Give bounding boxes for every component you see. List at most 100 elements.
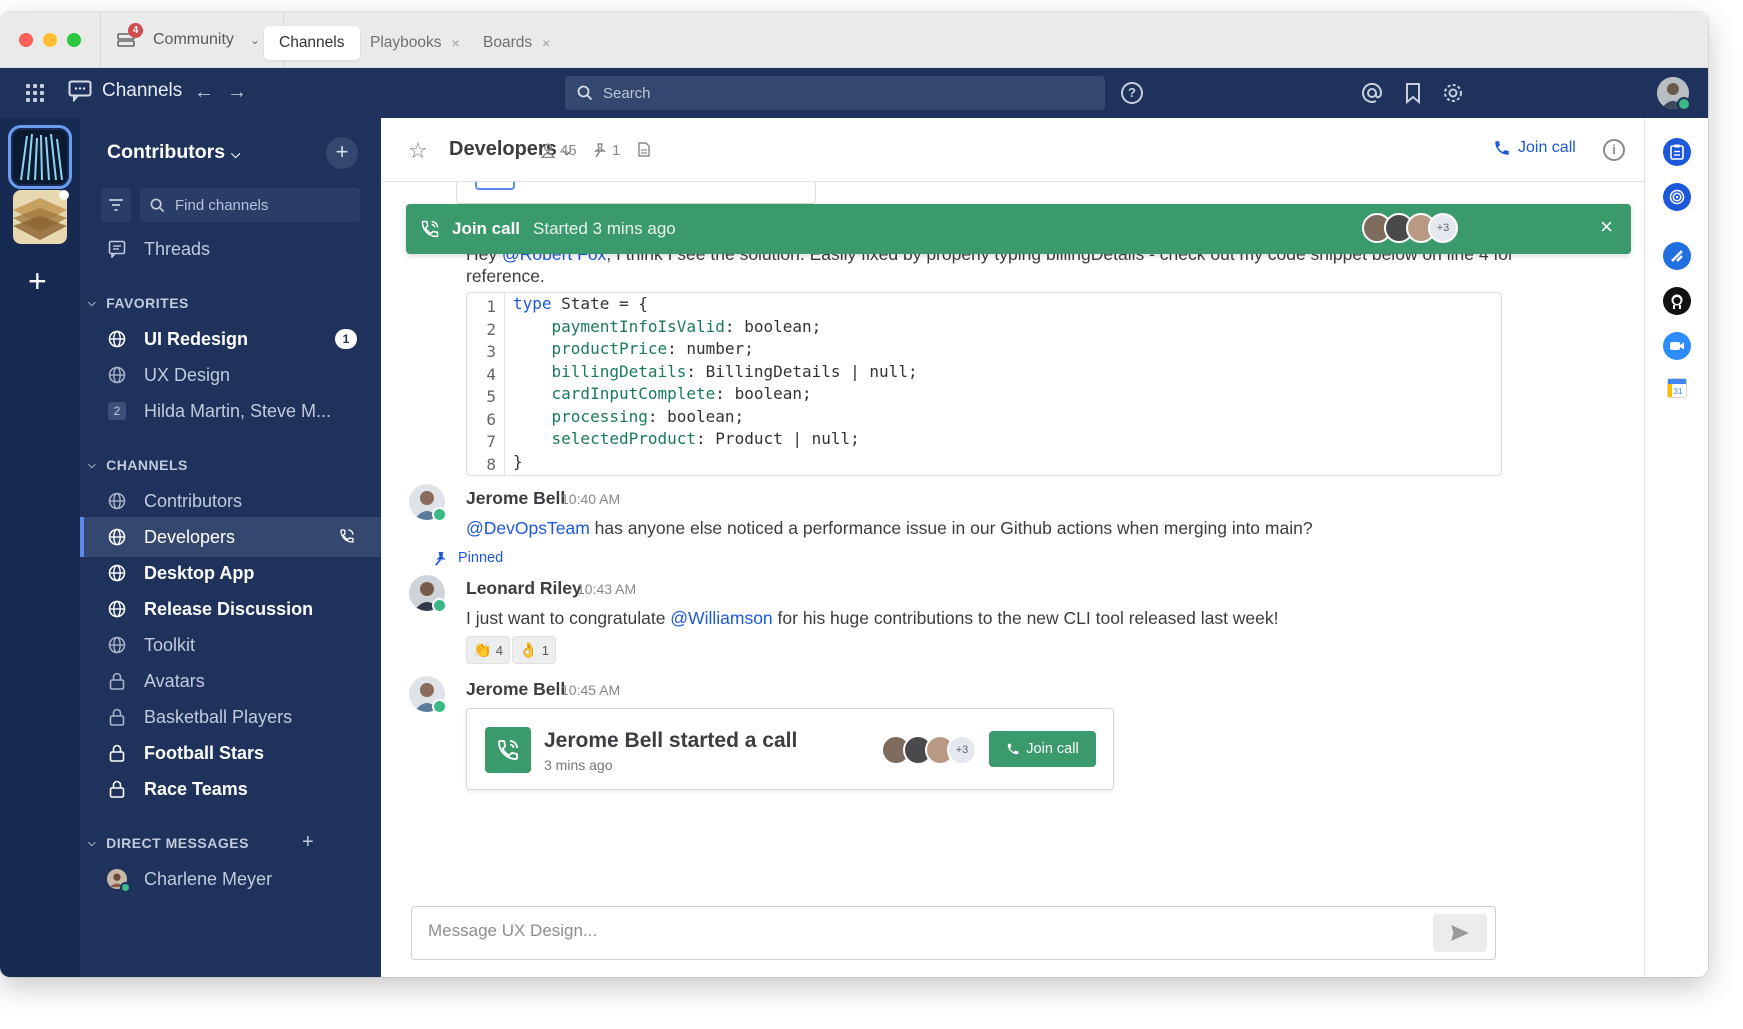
sidebar-item-developers[interactable]: Developers xyxy=(80,517,381,557)
team-secondary[interactable] xyxy=(13,190,67,244)
code-line: paymentInfoIsValid: boolean; xyxy=(551,316,822,336)
settings-icon[interactable] xyxy=(1442,82,1464,104)
sidebar-item-avatars[interactable]: Avatars xyxy=(80,661,381,701)
post-author[interactable]: Jerome Bell xyxy=(466,488,565,509)
tab-channels[interactable]: Channels xyxy=(264,26,360,60)
close-window-button[interactable] xyxy=(19,33,33,47)
forward-arrow-icon[interactable]: → xyxy=(227,81,247,104)
github-icon[interactable] xyxy=(1663,287,1691,315)
post-timestamp[interactable]: 10:45 AM xyxy=(561,682,620,698)
member-count-button[interactable]: 45 xyxy=(541,142,577,159)
message-input[interactable] xyxy=(428,921,1408,941)
globe-icon xyxy=(107,635,127,655)
tab-close-icon[interactable]: × xyxy=(542,35,550,51)
user-mention[interactable]: @Williamson xyxy=(670,608,772,628)
call-card-join-button[interactable]: Join call xyxy=(989,731,1096,767)
sidebar-item-ui-redesign[interactable]: UI Redesign 1 xyxy=(80,319,381,359)
sidebar-item-label: Basketball Players xyxy=(144,706,293,727)
add-direct-message-button[interactable]: + xyxy=(302,831,314,854)
tab-label: Channels xyxy=(279,34,345,51)
post-message: @DevOpsTeam has anyone else noticed a pe… xyxy=(466,518,1313,538)
tab-boards[interactable]: Boards × xyxy=(483,26,550,60)
avatar[interactable] xyxy=(409,484,447,522)
tab-playbooks[interactable]: Playbooks × xyxy=(370,26,460,60)
grid-icon[interactable] xyxy=(26,84,44,102)
reaction-ok-hand[interactable]: 👌 1 xyxy=(512,636,556,664)
help-icon[interactable]: ? xyxy=(1121,82,1143,104)
sidebar-item-contributors[interactable]: Contributors xyxy=(80,481,381,521)
maximize-window-button[interactable] xyxy=(67,33,81,47)
back-arrow-icon[interactable]: ← xyxy=(194,81,214,104)
channel-files-icon[interactable] xyxy=(638,142,650,157)
code-line: processing: boolean; xyxy=(551,406,745,426)
product-switcher[interactable]: Channels xyxy=(68,80,182,102)
sidebar-item-race-teams[interactable]: Race Teams xyxy=(80,769,381,809)
search-box[interactable] xyxy=(565,76,1105,110)
svg-text:31: 31 xyxy=(1674,387,1683,396)
minimize-window-button[interactable] xyxy=(43,33,57,47)
sidebar-item-toolkit[interactable]: Toolkit xyxy=(80,625,381,665)
user-avatar[interactable] xyxy=(1657,77,1691,111)
sidebar-item-group-message[interactable]: 2 Hilda Martin, Steve M... xyxy=(80,391,381,431)
sidebar-item-release-discussion[interactable]: Release Discussion xyxy=(80,589,381,629)
sidebar-item-ux-design[interactable]: UX Design xyxy=(80,355,381,395)
channels-section-header[interactable]: ⌵ CHANNELS xyxy=(88,457,188,473)
code-line-numbers: 1 2 3 4 5 6 7 8 xyxy=(467,293,505,475)
online-status-icon xyxy=(432,507,447,522)
team-menu[interactable]: Contributors ⌵ xyxy=(107,141,240,164)
search-input[interactable] xyxy=(603,84,1083,102)
group-mention[interactable]: @DevOpsTeam xyxy=(466,518,590,538)
add-team-button[interactable]: + xyxy=(28,265,47,297)
direct-messages-section-header[interactable]: ⌵ DIRECT MESSAGES + xyxy=(88,831,373,853)
sidebar-item-desktop-app[interactable]: Desktop App xyxy=(80,553,381,593)
jira-icon[interactable] xyxy=(1663,242,1691,270)
sidebar-item-football-stars[interactable]: Football Stars xyxy=(80,733,381,773)
pin-icon xyxy=(435,551,446,566)
post-timestamp[interactable]: 10:40 AM xyxy=(561,491,620,507)
post-author[interactable]: Leonard Riley xyxy=(466,578,582,599)
pinned-count-button[interactable]: 1 xyxy=(593,142,620,159)
call-banner[interactable]: Join call Started 3 mins ago +3 × xyxy=(406,204,1631,254)
join-call-button[interactable]: Join call xyxy=(1493,139,1576,157)
section-label: CHANNELS xyxy=(106,457,188,473)
calendar-icon[interactable]: 31 xyxy=(1667,378,1687,398)
sidebar-item-basketball-players[interactable]: Basketball Players xyxy=(80,697,381,737)
chevron-down-icon: ⌵ xyxy=(88,297,97,309)
favorites-section-header[interactable]: ⌵ FAVORITES xyxy=(88,295,189,311)
info-icon[interactable]: i xyxy=(1603,139,1625,161)
favorite-star-icon[interactable]: ☆ xyxy=(408,138,428,164)
filter-icon[interactable] xyxy=(101,188,131,222)
add-channel-button[interactable]: + xyxy=(326,137,358,169)
code-line-number: 7 xyxy=(486,432,496,451)
team-sidebar: + xyxy=(0,118,80,977)
sidebar-item-charlene-meyer[interactable]: Charlene Meyer xyxy=(80,859,381,899)
avatar[interactable] xyxy=(409,676,447,714)
avatar xyxy=(107,869,131,893)
post-list: Hey @Robert Fox, I think I see the solut… xyxy=(381,182,1644,902)
send-button[interactable] xyxy=(1433,914,1487,952)
tab-close-icon[interactable]: × xyxy=(452,35,460,51)
post-timestamp[interactable]: 10:43 AM xyxy=(577,581,636,597)
online-status-icon xyxy=(432,699,447,714)
focalboard-icon[interactable] xyxy=(1663,183,1691,211)
post-author[interactable]: Jerome Bell xyxy=(466,679,565,700)
server-switcher[interactable]: 4 Community ⌄ xyxy=(100,12,284,68)
threads-icon xyxy=(107,239,127,259)
active-call-icon xyxy=(339,528,355,549)
code-line-number: 5 xyxy=(486,387,496,406)
reaction-clap[interactable]: 👏 4 xyxy=(466,636,510,664)
zoom-icon[interactable] xyxy=(1663,332,1691,360)
code-line-number: 6 xyxy=(486,409,496,429)
lock-icon xyxy=(107,779,127,799)
sidebar-item-threads[interactable]: Threads xyxy=(80,229,381,269)
playbooks-icon[interactable] xyxy=(1663,138,1691,166)
close-icon[interactable]: × xyxy=(1600,216,1613,238)
find-channels-button[interactable]: Find channels xyxy=(140,188,360,222)
avatar[interactable] xyxy=(409,575,447,613)
bookmark-icon[interactable] xyxy=(1402,82,1424,104)
more-participants-count: +3 xyxy=(947,735,977,765)
lock-icon xyxy=(107,743,127,763)
team-contributors[interactable] xyxy=(8,125,72,189)
at-mention-icon[interactable] xyxy=(1361,82,1383,104)
send-icon xyxy=(1451,925,1469,941)
